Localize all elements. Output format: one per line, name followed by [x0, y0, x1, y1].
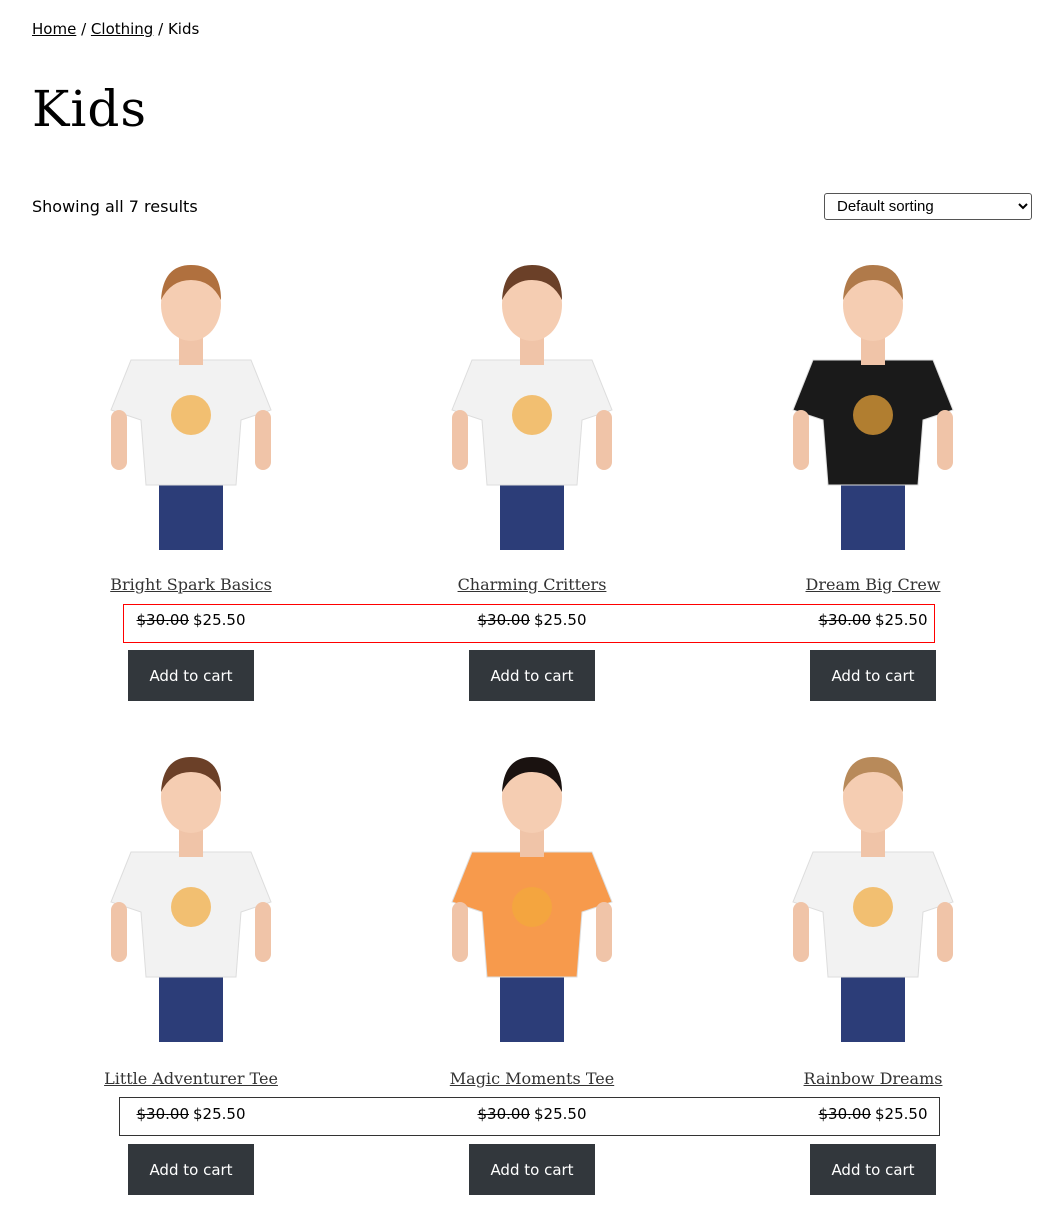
product-price: $30.00 $25.50 — [723, 1105, 1023, 1123]
product-price: $30.00 $25.50 — [382, 1105, 682, 1123]
regular-price: $30.00 — [477, 1105, 531, 1123]
arm — [596, 902, 612, 962]
product-image[interactable] — [432, 742, 632, 1047]
product-image[interactable] — [773, 742, 973, 1047]
arm — [937, 902, 953, 962]
sale-price: $25.50 — [193, 1105, 246, 1123]
arm — [793, 902, 809, 962]
jeans — [159, 967, 223, 1042]
product-price: $30.00 $25.50 — [41, 1105, 341, 1123]
shirt-print — [853, 887, 893, 927]
add-to-cart-button[interactable]: Add to cart — [469, 1144, 595, 1195]
product-card: Rainbow Dreams $30.00 $25.50 Add to cart — [723, 0, 1023, 1224]
jeans — [500, 967, 564, 1042]
sale-price: $25.50 — [534, 1105, 587, 1123]
add-to-cart-button[interactable]: Add to cart — [810, 1144, 936, 1195]
sale-price: $25.50 — [875, 1105, 928, 1123]
arm — [452, 902, 468, 962]
shirt-print — [171, 887, 211, 927]
product-image[interactable] — [91, 742, 291, 1047]
product-card: Magic Moments Tee $30.00 $25.50 Add to ca… — [382, 0, 682, 1224]
regular-price: $30.00 — [136, 1105, 190, 1123]
product-title[interactable]: Little Adventurer Tee — [41, 1069, 341, 1088]
add-to-cart-button[interactable]: Add to cart — [128, 1144, 254, 1195]
jeans — [841, 967, 905, 1042]
product-title[interactable]: Magic Moments Tee — [382, 1069, 682, 1088]
product-title[interactable]: Rainbow Dreams — [723, 1069, 1023, 1088]
shirt-print — [512, 887, 552, 927]
regular-price: $30.00 — [818, 1105, 872, 1123]
arm — [255, 902, 271, 962]
arm — [111, 902, 127, 962]
product-card: Little Adventurer Tee $30.00 $25.50 Add t… — [41, 0, 341, 1224]
